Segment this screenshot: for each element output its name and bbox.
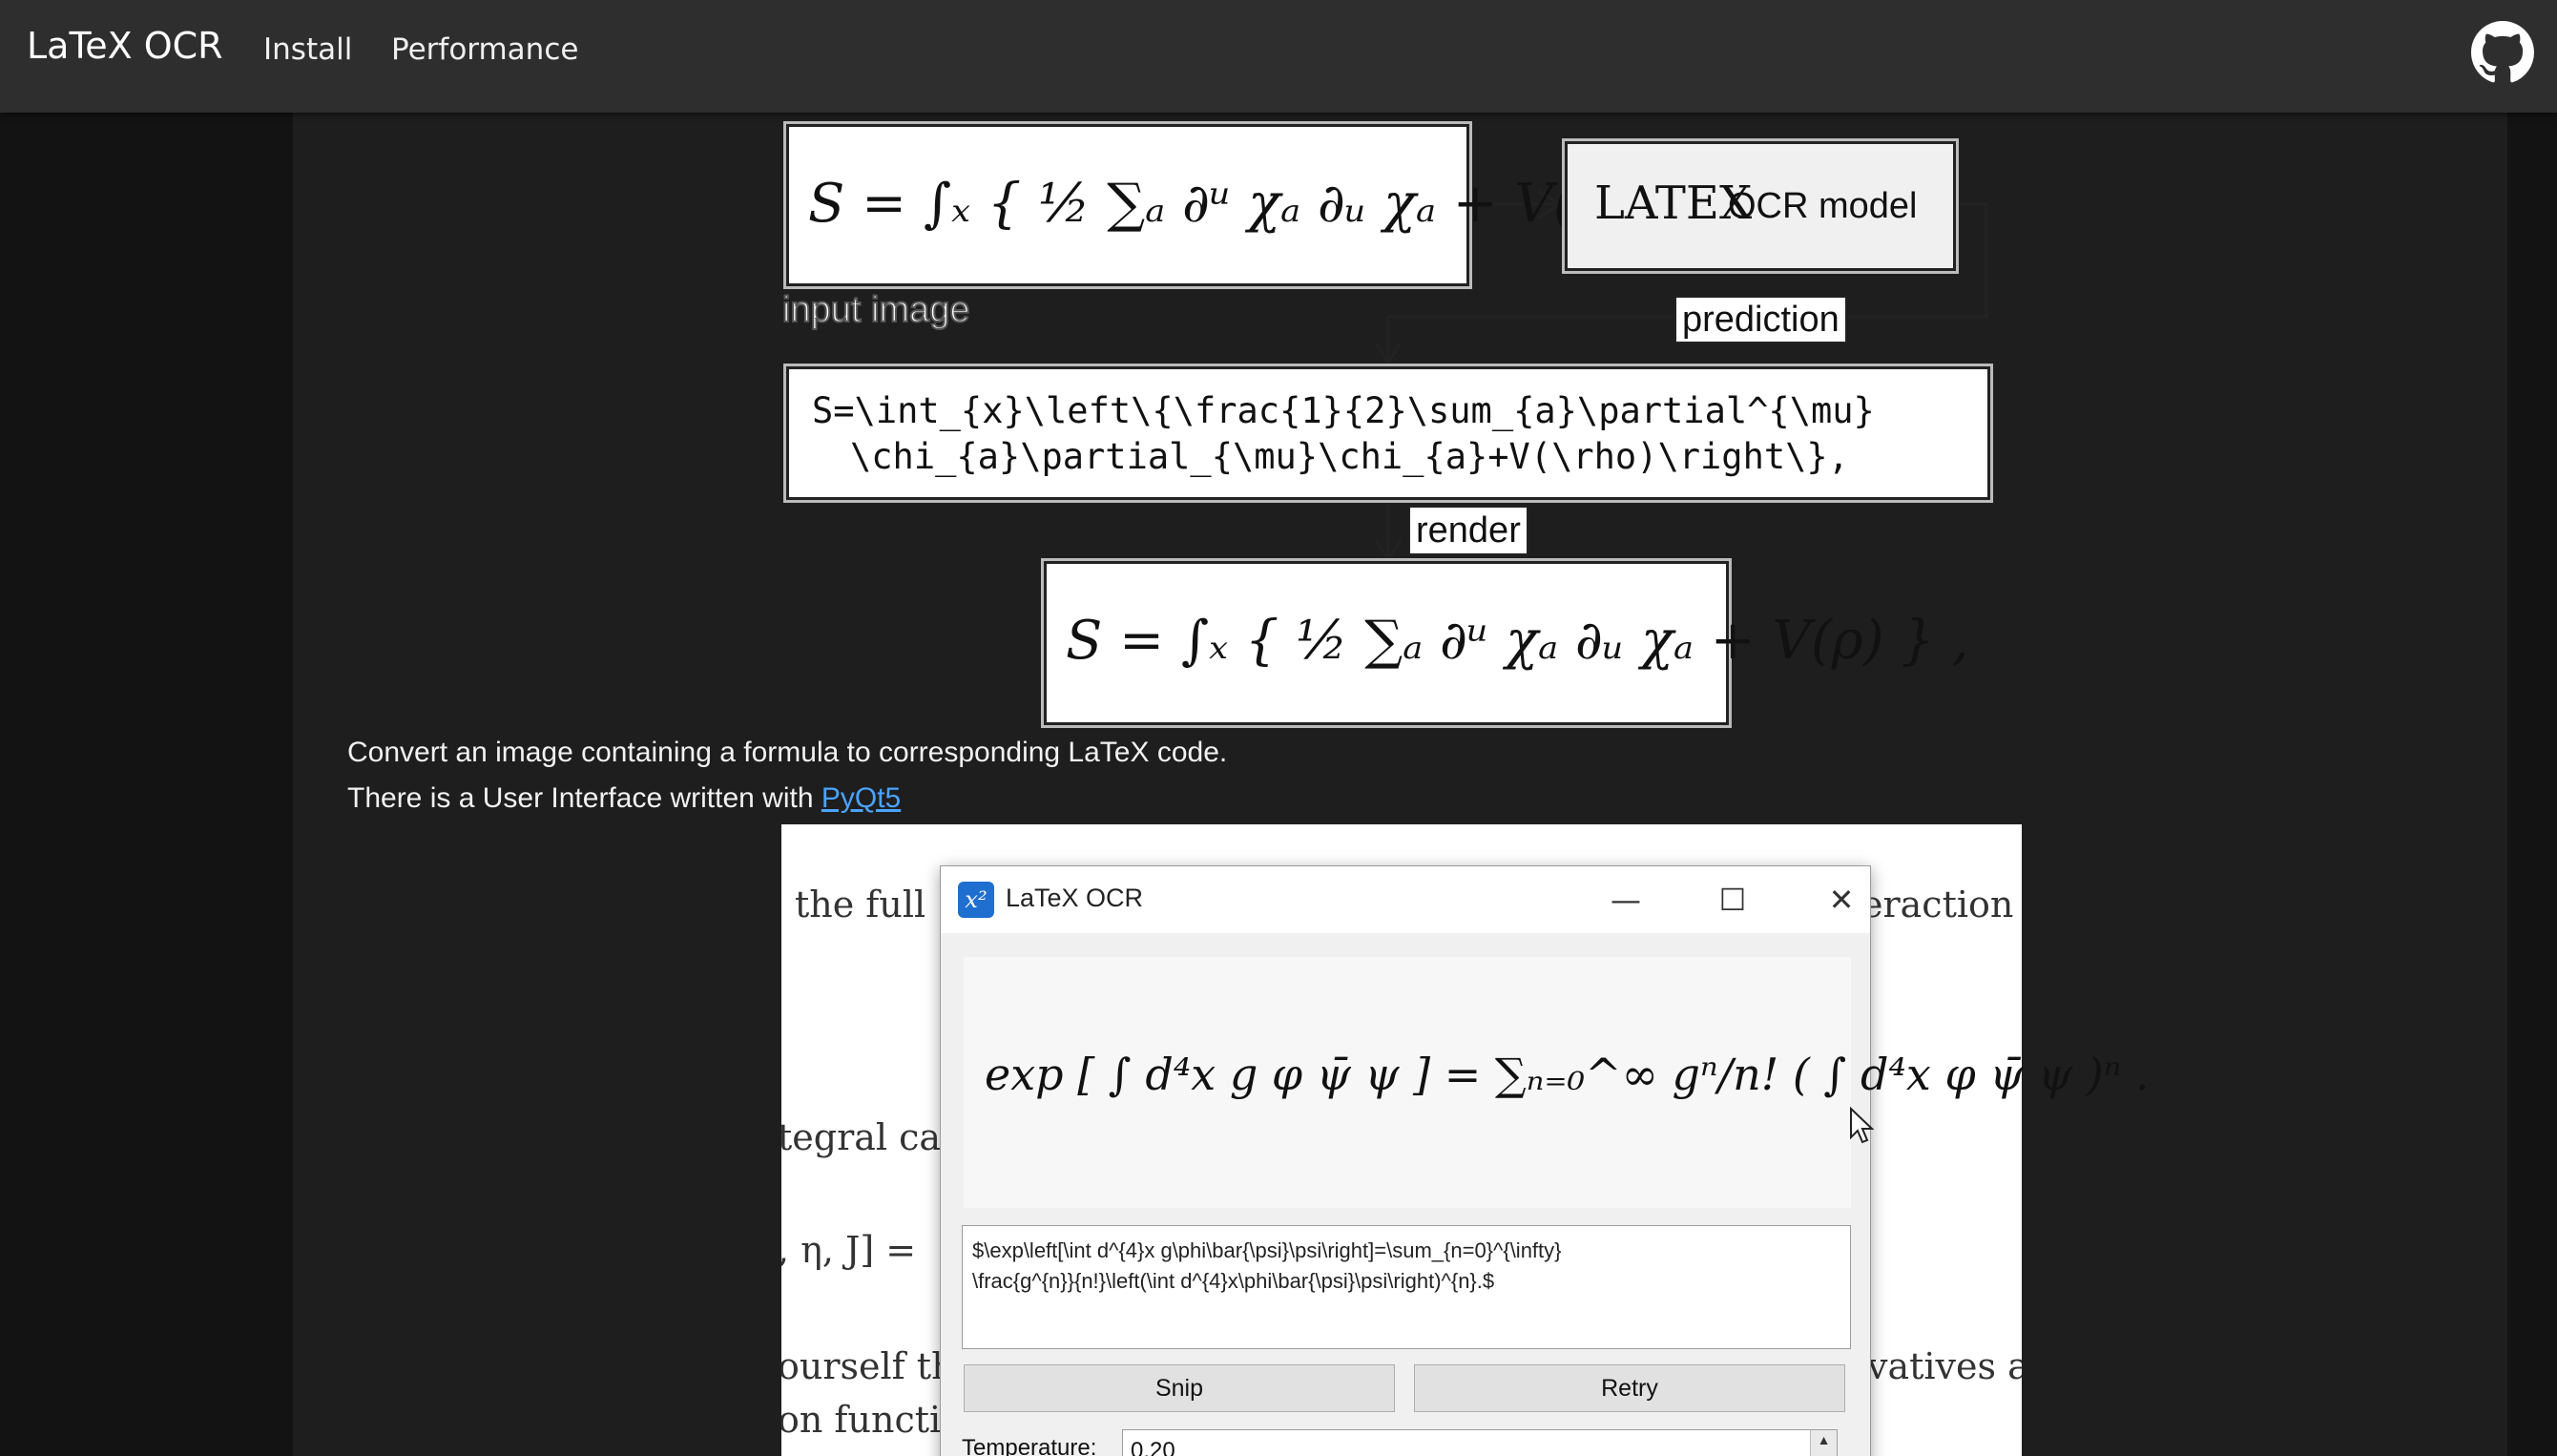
minimize-button[interactable]: —: [1597, 876, 1654, 924]
temperature-spinbox[interactable]: 0.20 ▲▼: [1122, 1429, 1838, 1456]
maximize-button[interactable]: ☐: [1704, 876, 1761, 924]
prediction-code-line-1: S=\int_{x}\left\{\frac{1}{2}\sum_{a}\par…: [812, 390, 1875, 431]
prediction-label: prediction: [1674, 296, 1847, 343]
paper-fragment: vatives a: [1867, 1345, 2022, 1387]
description-prefix: There is a User Interface written with: [347, 782, 821, 814]
retry-button[interactable]: Retry: [1414, 1364, 1845, 1412]
temperature-value: 0.20: [1131, 1438, 1175, 1456]
formula-preview: exp [ ∫ d⁴x g φ ψ̄ ψ ] = ∑ₙ₌₀^∞ gⁿ/n! ( …: [964, 957, 2150, 1208]
rendered-output-box: S = ∫ₓ { ½ ∑ₐ ∂ᵘ χₐ ∂ᵤ χₐ + V(ρ) } ,: [1041, 558, 1969, 728]
prediction-code-box: S=\int_{x}\left\{\frac{1}{2}\sum_{a}\par…: [783, 364, 1993, 503]
paper-fragment: ourself th: [781, 1345, 955, 1387]
rendered-formula: S = ∫ₓ { ½ ∑ₐ ∂ᵘ χₐ ∂ᵤ χₐ + V(ρ) } ,: [1066, 610, 1969, 672]
github-icon[interactable]: [2471, 21, 2534, 84]
ocr-model-box: LATEX OCR model: [1562, 138, 1959, 274]
preview-formula: exp [ ∫ d⁴x g φ ψ̄ ψ ] = ∑ₙ₌₀^∞ gⁿ/n! ( …: [985, 1049, 2150, 1100]
input-image-box: S = ∫ₓ { ½ ∑ₐ ∂ᵘ χₐ ∂ᵤ χₐ + V(ρ) } ,: [783, 121, 1712, 289]
description-line-1: Convert an image containing a formula to…: [347, 737, 1228, 768]
paper-fragment: the full: [795, 884, 926, 926]
nav-performance-link[interactable]: Performance: [391, 32, 578, 67]
pyqt5-link[interactable]: PyQt5: [821, 782, 901, 814]
temperature-label: Temperature:: [962, 1435, 1097, 1456]
render-label: render: [1408, 506, 1528, 555]
paper-fragment: on functio: [781, 1399, 964, 1441]
latex-output-field[interactable]: $\exp\left[\int d^{4}x g\phi\bar{\psi}\p…: [962, 1225, 1851, 1349]
nav-install-link[interactable]: Install: [263, 32, 352, 67]
paper-fragment: eraction: [1861, 884, 2014, 926]
latex-output-line-2: \frac{g^{n}}{n!}\left(\int d^{4}x\phi\ba…: [972, 1269, 1495, 1293]
brand-link[interactable]: LaTeX OCR: [27, 25, 223, 67]
paper-fragment: tegral ca: [781, 1116, 942, 1158]
description-line-2: There is a User Interface written with P…: [347, 782, 901, 815]
window-title: LaTeX OCR: [1006, 884, 1144, 912]
latex-ocr-window: x² LaTeX OCR — ☐ ✕ exp [ ∫ d⁴x g φ ψ̄ ψ …: [940, 865, 2150, 1456]
mouse-cursor-icon: [1850, 1107, 1874, 1144]
spin-arrows-icon[interactable]: ▲▼: [1810, 1430, 1837, 1456]
paper-fragment: , η, J] =: [781, 1229, 917, 1271]
ocr-model-text: OCR model: [1728, 186, 1918, 226]
close-button[interactable]: ✕: [1813, 876, 1870, 924]
input-image-label: input image: [781, 289, 970, 331]
navbar: LaTeX OCR Install Performance: [0, 0, 2557, 113]
app-x-squared-icon: x²: [958, 882, 994, 918]
latex-output-line-1: $\exp\left[\int d^{4}x g\phi\bar{\psi}\p…: [972, 1238, 1562, 1262]
prediction-code-line-2: \chi_{a}\partial_{\mu}\chi_{a}+V(\rho)\r…: [850, 436, 1849, 477]
window-titlebar[interactable]: x² LaTeX OCR — ☐ ✕: [941, 866, 1870, 933]
snip-button[interactable]: Snip: [964, 1364, 1395, 1412]
